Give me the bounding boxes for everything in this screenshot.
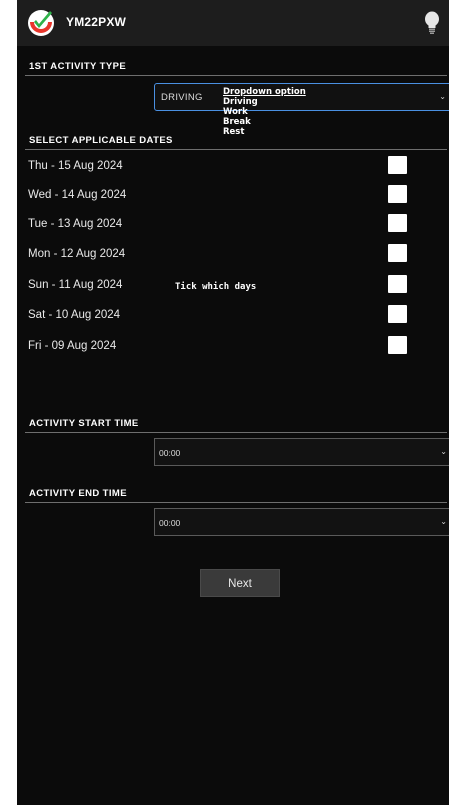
- date-label: Sun - 11 Aug 2024: [28, 279, 123, 291]
- lightbulb-icon[interactable]: [424, 11, 440, 35]
- dropdown-option-rest[interactable]: Rest: [223, 127, 343, 137]
- date-checkbox[interactable]: [388, 336, 407, 354]
- chevron-down-icon: ⌄: [440, 447, 447, 456]
- dropdown-option-break[interactable]: Break: [223, 117, 343, 127]
- date-label: Fri - 09 Aug 2024: [28, 340, 117, 352]
- checkmark-logo-icon: [28, 10, 54, 36]
- date-checkbox[interactable]: [388, 275, 407, 293]
- divider: [25, 75, 447, 76]
- date-checkbox[interactable]: [388, 214, 407, 232]
- app-title: YM22PXW: [66, 15, 127, 29]
- header-bar: YM22PXW: [17, 0, 449, 46]
- date-label: Sat - 10 Aug 2024: [28, 309, 121, 321]
- date-label: Wed - 14 Aug 2024: [28, 189, 127, 201]
- chevron-down-icon: ⌄: [439, 92, 446, 101]
- next-button[interactable]: Next: [200, 569, 280, 597]
- dropdown-option-work[interactable]: Work: [223, 107, 343, 117]
- end-time-select[interactable]: 00:00 ⌄: [154, 508, 449, 536]
- date-label: Mon - 12 Aug 2024: [28, 248, 126, 260]
- tick-hint-text: Tick which days: [175, 282, 257, 292]
- end-time-value: 00:00: [159, 518, 181, 528]
- activity-type-label: 1ST ACTIVITY TYPE: [29, 61, 127, 72]
- divider: [25, 502, 447, 503]
- date-checkbox[interactable]: [388, 156, 407, 174]
- dropdown-option-driving[interactable]: Driving: [223, 97, 343, 107]
- date-label: Thu - 15 Aug 2024: [28, 160, 123, 172]
- app-screen: YM22PXW 1ST ACTIVITY TYPE DRIVING ⌄ Drop…: [17, 0, 449, 805]
- activity-type-dropdown-list: Dropdown option Driving Work Break Rest: [223, 87, 343, 137]
- date-checkbox[interactable]: [388, 244, 407, 262]
- dates-label: SELECT APPLICABLE DATES: [29, 135, 173, 146]
- date-checkbox[interactable]: [388, 185, 407, 203]
- date-row: Tue - 13 Aug 2024: [17, 214, 449, 238]
- date-row: Thu - 15 Aug 2024: [17, 156, 449, 180]
- chevron-down-icon: ⌄: [440, 517, 447, 526]
- divider: [25, 432, 447, 433]
- dropdown-header: Dropdown option: [223, 87, 306, 97]
- date-row: Fri - 09 Aug 2024: [17, 336, 449, 360]
- start-time-label: ACTIVITY START TIME: [29, 418, 139, 429]
- date-row: Sat - 10 Aug 2024: [17, 305, 449, 329]
- date-row: Wed - 14 Aug 2024: [17, 185, 449, 209]
- divider: [25, 149, 447, 150]
- date-row: Mon - 12 Aug 2024: [17, 244, 449, 268]
- end-time-label: ACTIVITY END TIME: [29, 488, 127, 499]
- start-time-select[interactable]: 00:00 ⌄: [154, 438, 449, 466]
- date-label: Tue - 13 Aug 2024: [28, 218, 123, 230]
- start-time-value: 00:00: [159, 448, 181, 458]
- activity-type-selected-value: DRIVING: [161, 92, 203, 103]
- date-checkbox[interactable]: [388, 305, 407, 323]
